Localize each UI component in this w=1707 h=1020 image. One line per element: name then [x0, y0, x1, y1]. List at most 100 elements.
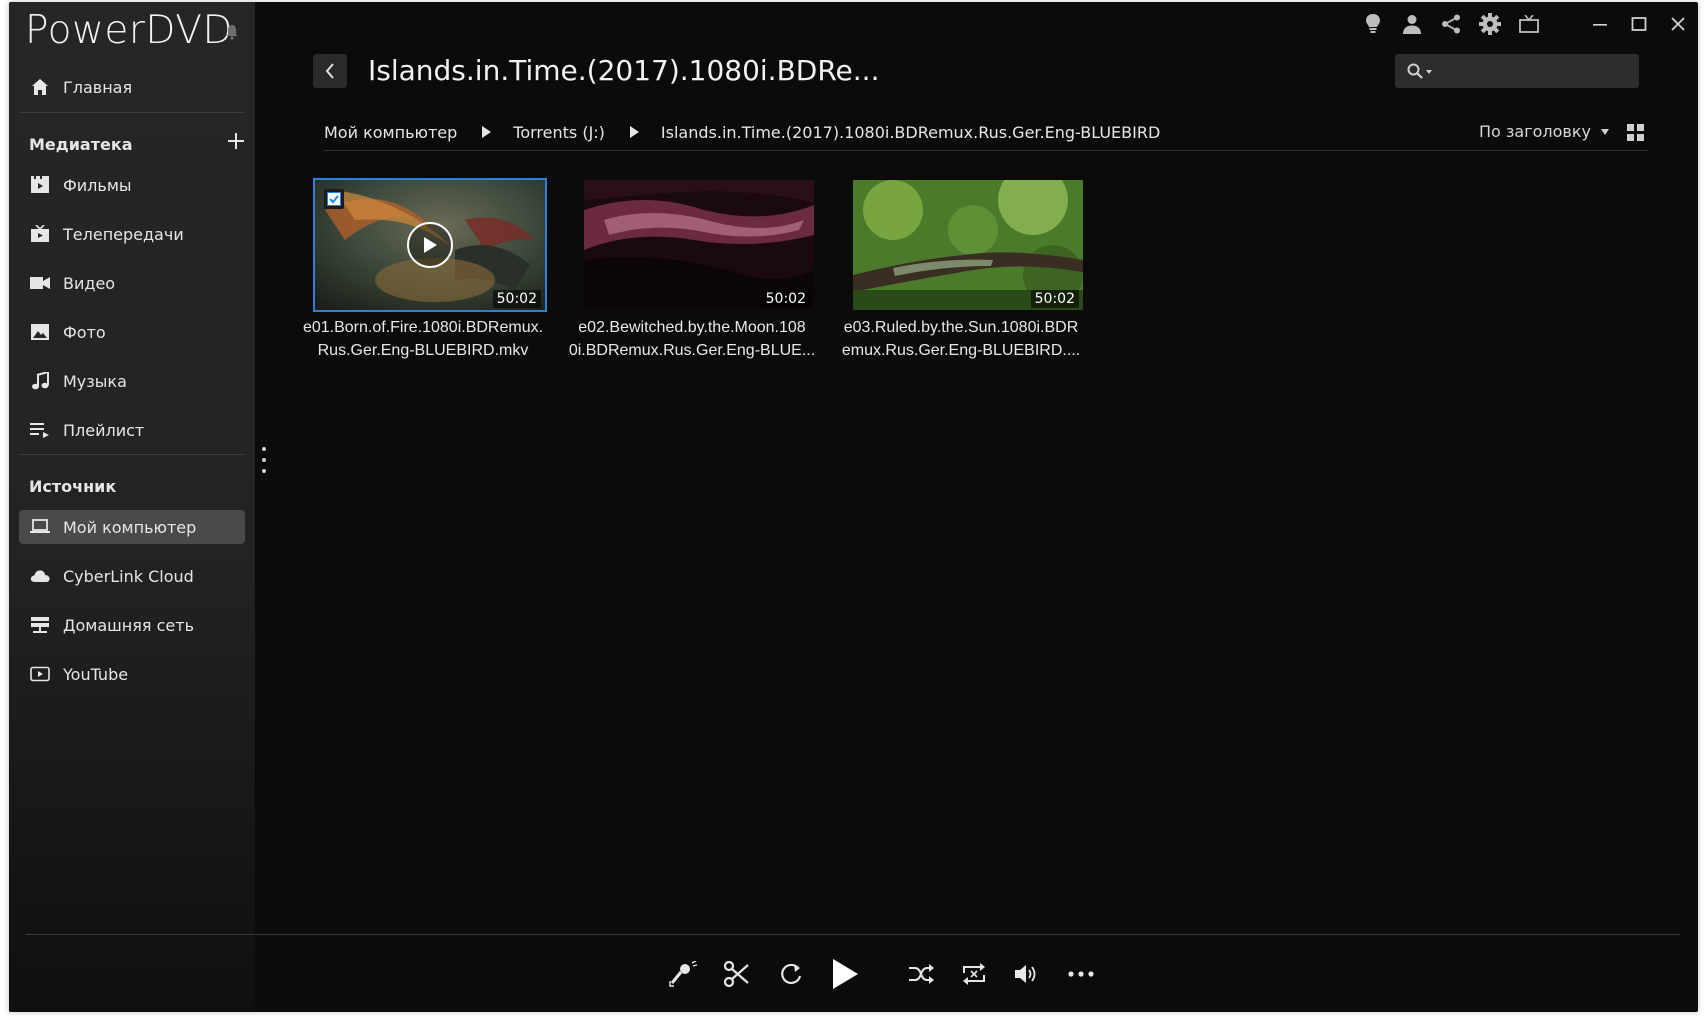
sidebar-item-my-computer[interactable]: Мой компьютер	[19, 510, 245, 544]
sidebar-item-label: YouTube	[63, 664, 129, 684]
player-divider	[26, 934, 1680, 935]
karaoke-button[interactable]	[666, 957, 700, 991]
more-dots-icon	[1068, 971, 1094, 977]
search-input[interactable]	[1441, 63, 1621, 79]
bell-icon[interactable]	[225, 24, 239, 40]
close-icon[interactable]	[1666, 12, 1690, 36]
cut-button[interactable]	[720, 957, 754, 991]
sidebar-item-tv-shows[interactable]: Телепередачи	[19, 217, 245, 251]
sidebar-item-video[interactable]: Видео	[19, 266, 245, 300]
sidebar: PowerDVD Главная Медиатека Фильмы Телепе…	[9, 2, 255, 1012]
repeat-button[interactable]	[957, 957, 991, 991]
tv-shows-icon	[29, 223, 51, 245]
breadcrumb-item[interactable]: Islands.in.Time.(2017).1080i.BDRemux.Rus…	[661, 123, 1160, 142]
grid-view-icon[interactable]	[1627, 124, 1644, 141]
sidebar-item-youtube[interactable]: YouTube	[19, 657, 245, 691]
sidebar-item-cyberlink-cloud[interactable]: CyberLink Cloud	[19, 559, 245, 593]
lightbulb-icon[interactable]	[1361, 12, 1385, 36]
volume-button[interactable]	[1010, 957, 1044, 991]
file-card[interactable]: 50:02 e02.Bewitched.by.the.Moon.108 0i.B…	[562, 180, 822, 362]
breadcrumb-item[interactable]: Мой компьютер	[324, 123, 457, 142]
sort-label: По заголовку	[1479, 122, 1591, 141]
photo-icon	[29, 321, 51, 343]
selection-checkbox[interactable]	[324, 189, 344, 209]
share-icon[interactable]	[1439, 12, 1463, 36]
user-account-icon[interactable]	[1400, 12, 1424, 36]
maximize-icon[interactable]	[1627, 12, 1651, 36]
repeat-ab-button[interactable]	[774, 957, 808, 991]
file-name: e03.Ruled.by.the.Sun.1080i.BDR emux.Rus.…	[841, 319, 1081, 359]
chevron-right-icon	[629, 126, 639, 138]
shuffle-button[interactable]	[904, 957, 938, 991]
sidebar-item-label: Домашняя сеть	[63, 615, 194, 635]
sidebar-item-label: Видео	[63, 273, 116, 293]
youtube-icon	[29, 663, 51, 685]
library-section-title: Медиатека	[29, 135, 133, 154]
add-library-icon[interactable]	[228, 133, 244, 149]
breadcrumb-item[interactable]: Torrents (J:)	[513, 123, 605, 142]
chevron-right-icon	[482, 126, 492, 138]
sidebar-item-label: Музыка	[63, 371, 127, 391]
tv-mode-icon[interactable]	[1517, 12, 1541, 36]
gear-icon[interactable]	[1478, 12, 1502, 36]
rotate-icon	[781, 963, 802, 985]
scissors-icon	[724, 961, 749, 987]
source-section-title: Источник	[29, 477, 117, 496]
movies-icon	[29, 174, 51, 196]
breadcrumb: Мой компьютер Torrents (J:) Islands.in.T…	[324, 120, 1160, 144]
sidebar-item-playlist[interactable]: Плейлист	[19, 413, 245, 447]
minimize-icon[interactable]	[1588, 12, 1612, 36]
home-network-icon	[29, 614, 51, 636]
divider	[19, 112, 245, 113]
sidebar-item-label: Мой компьютер	[63, 517, 197, 537]
sidebar-item-label: Плейлист	[63, 420, 145, 440]
page-title: Islands.in.Time.(2017).1080i.BDRe...	[368, 54, 880, 87]
sidebar-item-label: Фото	[63, 322, 106, 342]
app-logo: PowerDVD	[25, 8, 233, 53]
video-thumbnail[interactable]: 50:02	[584, 180, 814, 310]
caret-down-icon	[1601, 128, 1609, 135]
header-divider	[324, 150, 1648, 151]
file-card[interactable]: 50:02 e01.Born.of.Fire.1080i.BDRemux. Ru…	[293, 178, 553, 362]
sidebar-item-movies[interactable]: Фильмы	[19, 168, 245, 202]
microphone-icon	[669, 961, 698, 987]
play-icon	[424, 237, 437, 253]
speaker-icon	[1015, 965, 1036, 983]
search-icon[interactable]	[1407, 63, 1433, 79]
search-box[interactable]	[1395, 54, 1639, 88]
file-card[interactable]: 50:02 e03.Ruled.by.the.Sun.1080i.BDR emu…	[831, 180, 1091, 362]
sort-dropdown[interactable]: По заголовку	[1479, 122, 1609, 141]
file-name: e01.Born.of.Fire.1080i.BDRemux. Rus.Ger.…	[302, 319, 544, 359]
video-thumbnail[interactable]: 50:02	[853, 180, 1083, 310]
sidebar-item-music[interactable]: Музыка	[19, 364, 245, 398]
duration-badge: 50:02	[492, 290, 541, 308]
video-camera-icon	[29, 272, 51, 294]
sidebar-item-label: CyberLink Cloud	[63, 566, 194, 586]
sidebar-resize-handle[interactable]	[261, 447, 267, 477]
sidebar-item-home[interactable]: Главная	[19, 70, 245, 104]
sidebar-item-home-network[interactable]: Домашняя сеть	[19, 608, 245, 642]
duration-badge: 50:02	[761, 290, 810, 308]
sidebar-item-label: Главная	[63, 77, 133, 97]
playlist-icon	[29, 419, 51, 441]
chevron-left-icon	[325, 63, 334, 79]
more-options-button[interactable]	[1064, 957, 1098, 991]
back-button[interactable]	[313, 54, 347, 88]
sidebar-item-photo[interactable]: Фото	[19, 315, 245, 349]
music-note-icon	[29, 370, 51, 392]
app-window: PowerDVD Главная Медиатека Фильмы Телепе…	[9, 2, 1698, 1012]
file-name: e02.Bewitched.by.the.Moon.108 0i.BDRemux…	[568, 319, 816, 359]
checkmark-icon	[327, 192, 341, 206]
home-icon	[29, 76, 51, 98]
duration-badge: 50:02	[1030, 290, 1079, 308]
laptop-icon	[29, 516, 51, 538]
cloud-icon	[29, 565, 51, 587]
video-thumbnail[interactable]: 50:02	[313, 178, 547, 312]
repeat-icon	[963, 963, 985, 985]
shuffle-icon	[909, 964, 934, 984]
play-overlay-button[interactable]	[407, 222, 453, 268]
play-button[interactable]	[828, 957, 862, 991]
divider	[19, 454, 245, 455]
sidebar-item-label: Фильмы	[63, 175, 132, 195]
sidebar-item-label: Телепередачи	[63, 224, 184, 244]
